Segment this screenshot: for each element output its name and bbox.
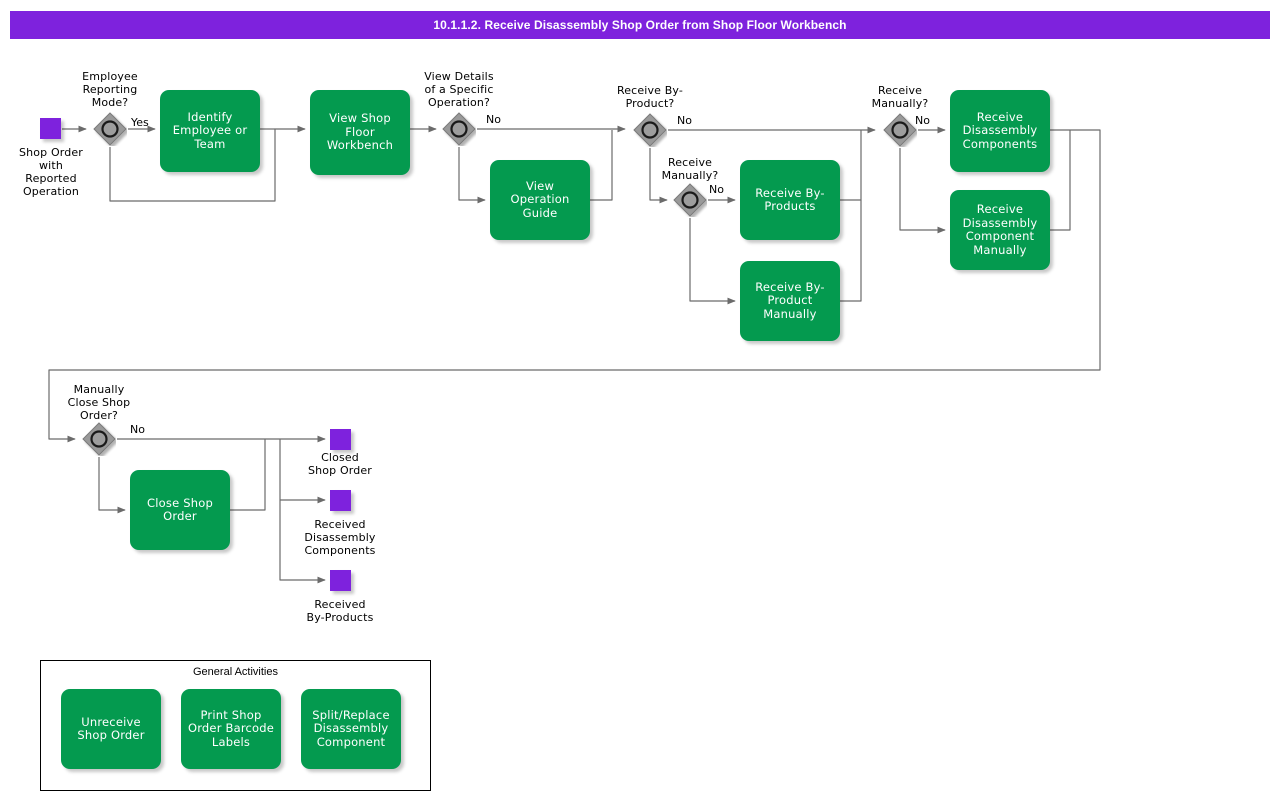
activity-receive-disassembly-component-manually-label: Receive Disassembly Component Manually xyxy=(950,203,1050,257)
end-node-received-by-products[interactable] xyxy=(330,570,351,591)
edge-label-receive-components-manually: No xyxy=(915,114,930,127)
activity-unreceive-shop-order[interactable]: Unreceive Shop Order xyxy=(61,689,161,769)
activity-close-shop-order-label: Close Shop Order xyxy=(130,497,230,524)
activity-view-shop-floor-workbench[interactable]: View Shop Floor Workbench xyxy=(310,90,410,175)
activity-split-replace-disassembly-component-label: Split/Replace Disassembly Component xyxy=(301,709,401,750)
page-title: 10.1.1.2. Receive Disassembly Shop Order… xyxy=(433,18,846,32)
edge-label-manually-close-shop-order: No xyxy=(130,423,145,436)
activity-print-shop-order-barcode-labels-label: Print Shop Order Barcode Labels xyxy=(181,709,281,750)
decision-receive-components-manually-label: Receive Manually? xyxy=(853,84,947,110)
edge-label-employee-reporting-mode: Yes xyxy=(131,116,149,129)
start-node-shop-order-with-reported-operation[interactable] xyxy=(40,118,61,139)
end-node-received-disassembly-components[interactable] xyxy=(330,490,351,511)
activity-receive-disassembly-components[interactable]: Receive Disassembly Components xyxy=(950,90,1050,172)
edge-label-receive-by-product-manually: No xyxy=(709,183,724,196)
activity-view-operation-guide-label: View Operation Guide xyxy=(490,180,590,221)
activity-receive-disassembly-component-manually[interactable]: Receive Disassembly Component Manually xyxy=(950,190,1050,270)
activity-unreceive-shop-order-label: Unreceive Shop Order xyxy=(61,716,161,743)
flowchart-page: 10.1.1.2. Receive Disassembly Shop Order… xyxy=(0,0,1280,800)
end-node-received-disassembly-components-label: Received Disassembly Components xyxy=(290,518,390,557)
activity-print-shop-order-barcode-labels[interactable]: Print Shop Order Barcode Labels xyxy=(181,689,281,769)
activity-receive-disassembly-components-label: Receive Disassembly Components xyxy=(950,111,1050,152)
activity-identify-employee-or-team[interactable]: Identify Employee or Team xyxy=(160,90,260,172)
activity-receive-by-products[interactable]: Receive By- Products xyxy=(740,160,840,240)
general-activities-group: General Activities Unreceive Shop Order … xyxy=(40,660,431,791)
decision-receive-components-manually[interactable] xyxy=(883,113,917,147)
decision-receive-by-product-label: Receive By- Product? xyxy=(601,84,699,110)
end-node-received-by-products-label: Received By-Products xyxy=(290,598,390,624)
decision-view-details-of-specific-operation-label: View Details of a Specific Operation? xyxy=(403,70,515,109)
page-title-bar: 10.1.1.2. Receive Disassembly Shop Order… xyxy=(10,11,1270,39)
decision-view-details-of-specific-operation[interactable] xyxy=(442,112,476,146)
activity-receive-by-products-label: Receive By- Products xyxy=(740,187,840,214)
decision-manually-close-shop-order-label: Manually Close Shop Order? xyxy=(51,383,147,422)
end-node-closed-shop-order-label: Closed Shop Order xyxy=(290,451,390,477)
activity-split-replace-disassembly-component[interactable]: Split/Replace Disassembly Component xyxy=(301,689,401,769)
activity-close-shop-order[interactable]: Close Shop Order xyxy=(130,470,230,550)
decision-manually-close-shop-order[interactable] xyxy=(82,422,116,456)
decision-receive-by-product-manually[interactable] xyxy=(673,183,707,217)
activity-identify-employee-or-team-label: Identify Employee or Team xyxy=(160,111,260,152)
activity-receive-by-product-manually-label: Receive By- Product Manually xyxy=(740,281,840,322)
activity-receive-by-product-manually[interactable]: Receive By- Product Manually xyxy=(740,261,840,341)
edge-label-view-details-of-specific-operation: No xyxy=(486,113,501,126)
decision-employee-reporting-mode-label: Employee Reporting Mode? xyxy=(62,70,158,109)
end-node-closed-shop-order[interactable] xyxy=(330,429,351,450)
general-activities-title: General Activities xyxy=(41,666,430,678)
decision-receive-by-product-manually-label: Receive Manually? xyxy=(643,156,737,182)
activity-view-operation-guide[interactable]: View Operation Guide xyxy=(490,160,590,240)
decision-employee-reporting-mode[interactable] xyxy=(93,112,127,146)
activity-view-shop-floor-workbench-label: View Shop Floor Workbench xyxy=(310,112,410,153)
decision-receive-by-product[interactable] xyxy=(633,113,667,147)
start-node-label: Shop Order with Reported Operation xyxy=(0,146,102,198)
edge-label-receive-by-product: No xyxy=(677,114,692,127)
